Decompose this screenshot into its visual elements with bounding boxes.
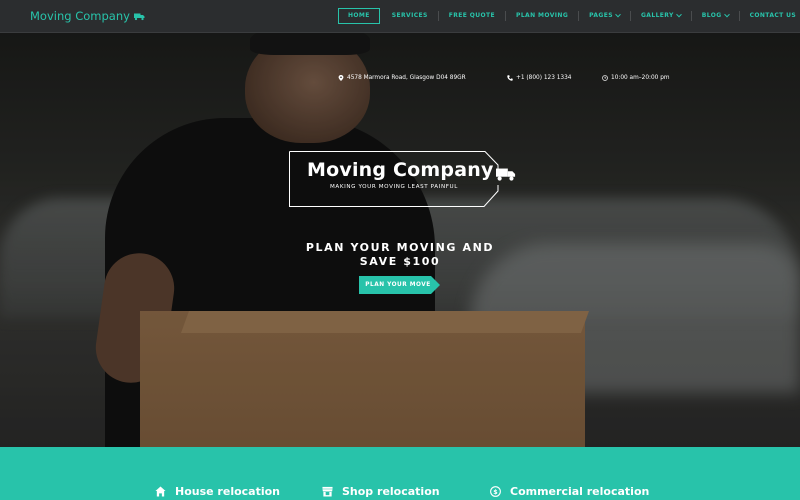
- nav-plan-moving[interactable]: PLAN MOVING: [506, 8, 578, 24]
- hero-headline-line1: PLAN YOUR MOVING AND: [305, 241, 495, 254]
- service-label: Commercial relocation: [510, 485, 650, 498]
- nav-services-label: SERVICES: [391, 12, 428, 19]
- hero-logo: Moving Company MAKING YOUR MOVING LEAST …: [289, 151, 516, 207]
- nav-free-quote[interactable]: FREE QUOTE: [439, 8, 505, 24]
- hero-headline-line2: SAVE $100: [359, 255, 441, 268]
- phone-icon: [507, 75, 513, 81]
- nav-gallery[interactable]: GALLERY: [631, 8, 691, 24]
- brand-logo[interactable]: Moving Company: [30, 9, 145, 23]
- plan-your-move-button[interactable]: PLAN YOUR MOVE: [359, 276, 441, 294]
- address-text: 4578 Marmora Road, Glasgow D04 89GR: [347, 75, 466, 81]
- brand-name: Moving Company: [30, 9, 130, 23]
- clock-icon: [602, 75, 608, 81]
- hours-text: 10:00 am–20:00 pm: [611, 75, 670, 81]
- nav-free-quote-label: FREE QUOTE: [448, 12, 496, 19]
- services-bar: House relocation Shop relocation $ Comme…: [0, 447, 800, 500]
- nav-blog[interactable]: BLOG: [692, 8, 739, 24]
- phone-text: +1 (800) 123 1334: [516, 75, 572, 81]
- chevron-down-icon: [615, 11, 621, 18]
- top-navbar: Moving Company HOME SERVICES FREE QUOTE …: [0, 0, 800, 33]
- chevron-down-icon: [723, 11, 730, 18]
- service-commercial-relocation[interactable]: $ Commercial relocation: [490, 485, 649, 498]
- nav-pages[interactable]: PAGES: [579, 8, 630, 24]
- main-nav: HOME SERVICES FREE QUOTE PLAN MOVING PAG…: [338, 8, 800, 24]
- cta-button-label: PLAN YOUR MOVE: [365, 282, 431, 288]
- nav-pages-label: PAGES: [589, 12, 613, 19]
- map-pin-icon: [338, 75, 344, 81]
- phone-info: +1 (800) 123 1334: [507, 75, 571, 81]
- hero-overlay: [0, 33, 800, 447]
- nav-contact-us[interactable]: CONTACT US: [740, 8, 800, 24]
- service-label: House relocation: [175, 485, 281, 498]
- hero-section: 4578 Marmora Road, Glasgow D04 89GR +1 (…: [0, 33, 800, 447]
- address-info: 4578 Marmora Road, Glasgow D04 89GR: [338, 75, 466, 81]
- nav-plan-moving-label: PLAN MOVING: [516, 12, 569, 19]
- nav-services[interactable]: SERVICES: [382, 8, 438, 24]
- house-icon: [155, 486, 166, 497]
- service-house-relocation[interactable]: House relocation: [155, 485, 280, 498]
- nav-blog-label: BLOG: [701, 12, 722, 19]
- truck-icon: [496, 168, 516, 181]
- dollar-icon: $: [490, 486, 501, 497]
- chevron-down-icon: [675, 11, 682, 18]
- nav-home-label: HOME: [348, 12, 370, 19]
- nav-gallery-label: GALLERY: [640, 12, 674, 19]
- service-shop-relocation[interactable]: Shop relocation: [322, 485, 440, 498]
- nav-contact-us-label: CONTACT US: [749, 12, 797, 19]
- svg-text:$: $: [493, 488, 498, 496]
- hero-tagline: MAKING YOUR MOVING LEAST PAINFUL: [330, 184, 458, 190]
- truck-icon: [133, 13, 145, 20]
- nav-home[interactable]: HOME: [338, 8, 380, 24]
- hero-headline: PLAN YOUR MOVING AND SAVE $100: [300, 241, 500, 269]
- hero-logo-title: Moving Company: [307, 159, 494, 181]
- hours-info: 10:00 am–20:00 pm: [602, 75, 670, 81]
- shop-icon: [322, 486, 333, 497]
- service-label: Shop relocation: [342, 485, 440, 498]
